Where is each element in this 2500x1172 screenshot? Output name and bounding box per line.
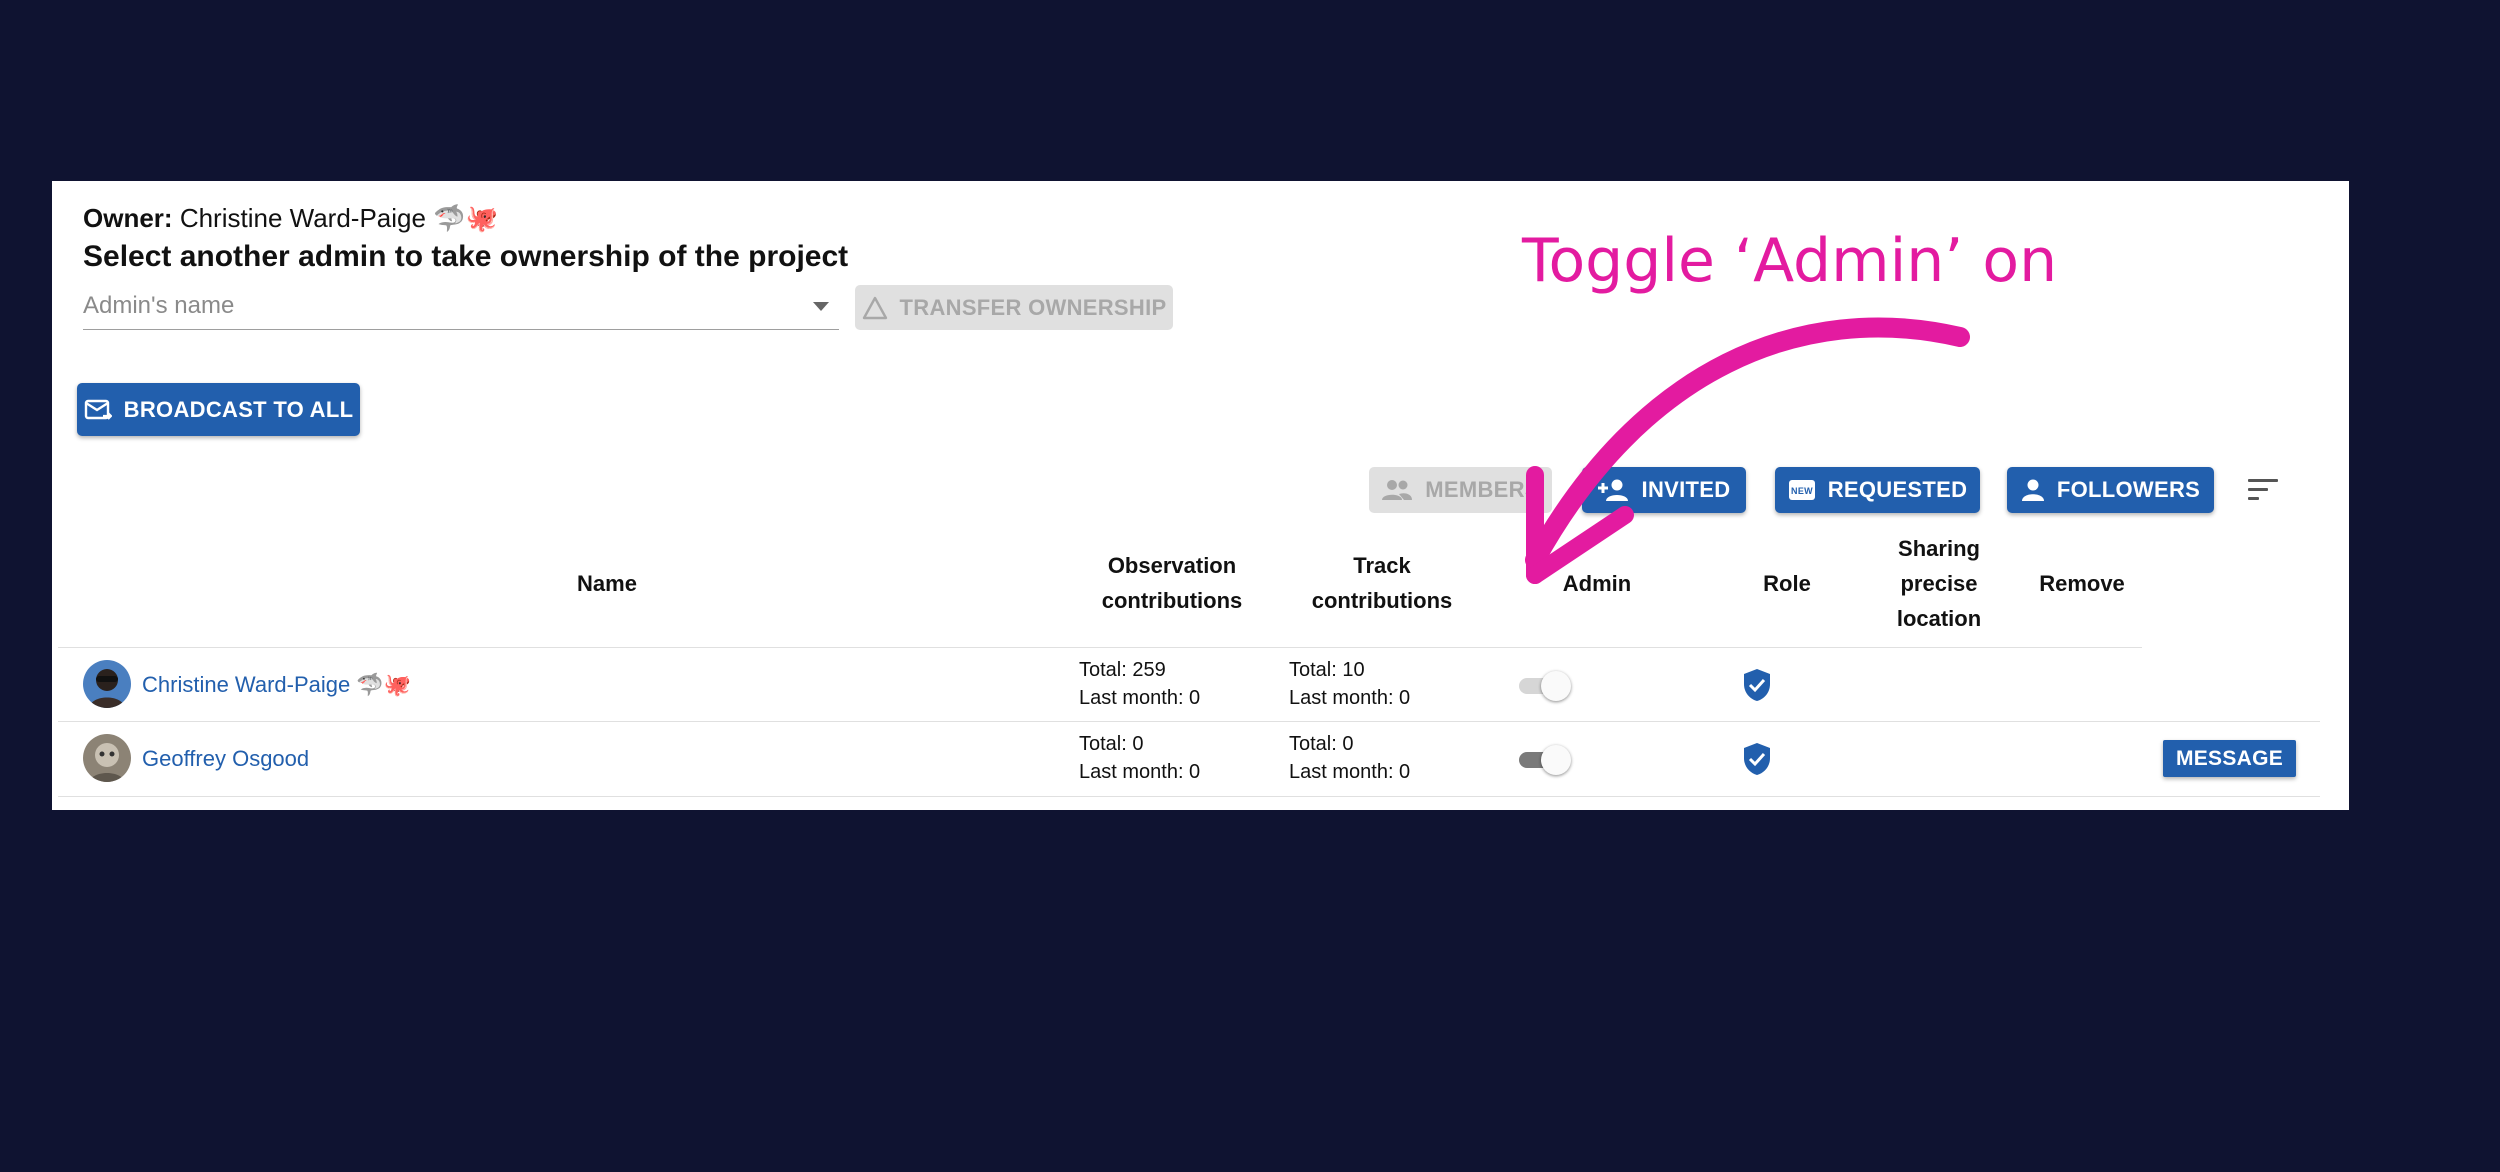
avatar[interactable] <box>83 734 131 782</box>
column-header-remove[interactable]: Remove <box>2012 566 2152 601</box>
sharing-label-line1: Sharing <box>1898 536 1980 561</box>
warning-icon <box>862 296 887 319</box>
observation-label-line1: Observation <box>1107 553 1237 578</box>
remove-label: Remove <box>2039 571 2125 596</box>
column-header-sharing[interactable]: Sharing precise location <box>1854 531 2024 636</box>
toggle-knob <box>1541 745 1571 775</box>
requested-label: REQUESTED <box>1827 477 1968 502</box>
person-add-icon <box>1597 479 1628 501</box>
transfer-ownership-label: TRANSFER OWNERSHIP <box>899 294 1167 320</box>
column-name-label: Name <box>577 571 637 596</box>
followers-filter-button[interactable]: FOLLOWERS <box>2007 467 2214 513</box>
track-total: Total: 10 <box>1289 659 1365 681</box>
broadcast-label: BROADCAST TO ALL <box>123 396 354 422</box>
shield-check-icon <box>1744 743 1770 775</box>
person-icon <box>2021 479 2044 501</box>
sharing-label-line3: location <box>1896 606 1982 631</box>
track-label-line1: Track <box>1353 553 1411 578</box>
members-filter-button[interactable]: MEMBERS <box>1369 467 1552 513</box>
admin-name-select[interactable] <box>83 286 839 330</box>
owner-label: Owner: <box>83 203 173 233</box>
column-header-role[interactable]: Role <box>1712 566 1862 601</box>
header-divider <box>58 647 2142 648</box>
sharing-label-line2: precise <box>1900 571 1978 596</box>
owner-name: Christine Ward-Paige 🦈🐙 <box>179 203 498 233</box>
sort-icon[interactable] <box>2248 477 2278 503</box>
role-label: Role <box>1763 571 1811 596</box>
admin-toggle[interactable] <box>1517 744 1573 775</box>
caret-down-icon[interactable] <box>813 302 829 311</box>
track-label-line2: contributions <box>1311 588 1453 613</box>
column-header-admin[interactable]: Admin <box>1522 566 1672 601</box>
annotation-text: Toggle ‘Admin’ on <box>1522 226 2058 296</box>
followers-label: FOLLOWERS <box>2056 477 2201 502</box>
observation-stats: Total: 259 Last month: 0 <box>1079 656 1200 712</box>
invited-filter-button[interactable]: INVITED <box>1582 467 1746 513</box>
members-label: MEMBERS <box>1425 477 1540 502</box>
row-divider <box>58 796 2320 797</box>
row-divider <box>58 721 2320 722</box>
toggle-knob <box>1541 671 1571 701</box>
admin-toggle[interactable] <box>1517 670 1573 701</box>
new-badge-icon: NEW <box>1788 480 1815 500</box>
shield-check-icon <box>1744 669 1770 701</box>
admin-label: Admin <box>1562 571 1632 596</box>
mail-forward-icon <box>84 399 112 420</box>
column-header-observation[interactable]: Observation contributions <box>1062 548 1282 618</box>
observation-last-month: Last month: 0 <box>1079 761 1201 783</box>
track-last-month: Last month: 0 <box>1289 761 1411 783</box>
observation-last-month: Last month: 0 <box>1079 687 1201 709</box>
member-name-link[interactable]: Geoffrey Osgood <box>142 746 309 772</box>
invited-label: INVITED <box>1641 477 1731 502</box>
track-last-month: Last month: 0 <box>1289 687 1411 709</box>
people-icon <box>1382 480 1413 500</box>
requested-filter-button[interactable]: NEW REQUESTED <box>1775 467 1980 513</box>
transfer-title: Select another admin to take ownership o… <box>83 240 849 273</box>
observation-total: Total: 259 <box>1079 659 1166 681</box>
broadcast-to-all-button[interactable]: BROADCAST TO ALL <box>77 383 360 436</box>
track-total: Total: 0 <box>1289 733 1354 755</box>
column-header-name[interactable]: Name <box>502 566 712 601</box>
member-name-link[interactable]: Christine Ward-Paige 🦈🐙 <box>142 672 411 698</box>
admin-name-input[interactable] <box>83 286 783 326</box>
observation-total: Total: 0 <box>1079 733 1144 755</box>
message-label: MESSAGE <box>2175 746 2284 770</box>
transfer-ownership-button[interactable]: TRANSFER OWNERSHIP <box>855 285 1173 330</box>
svg-text:NEW: NEW <box>1791 486 1813 496</box>
avatar[interactable] <box>83 660 131 708</box>
track-stats: Total: 0 Last month: 0 <box>1289 730 1410 786</box>
observation-stats: Total: 0 Last month: 0 <box>1079 730 1200 786</box>
track-stats: Total: 10 Last month: 0 <box>1289 656 1410 712</box>
message-button[interactable]: MESSAGE <box>2163 740 2296 777</box>
observation-label-line2: contributions <box>1101 588 1243 613</box>
column-header-track[interactable]: Track contributions <box>1272 548 1492 618</box>
owner-line: Owner: Christine Ward-Paige 🦈🐙 <box>83 203 498 234</box>
